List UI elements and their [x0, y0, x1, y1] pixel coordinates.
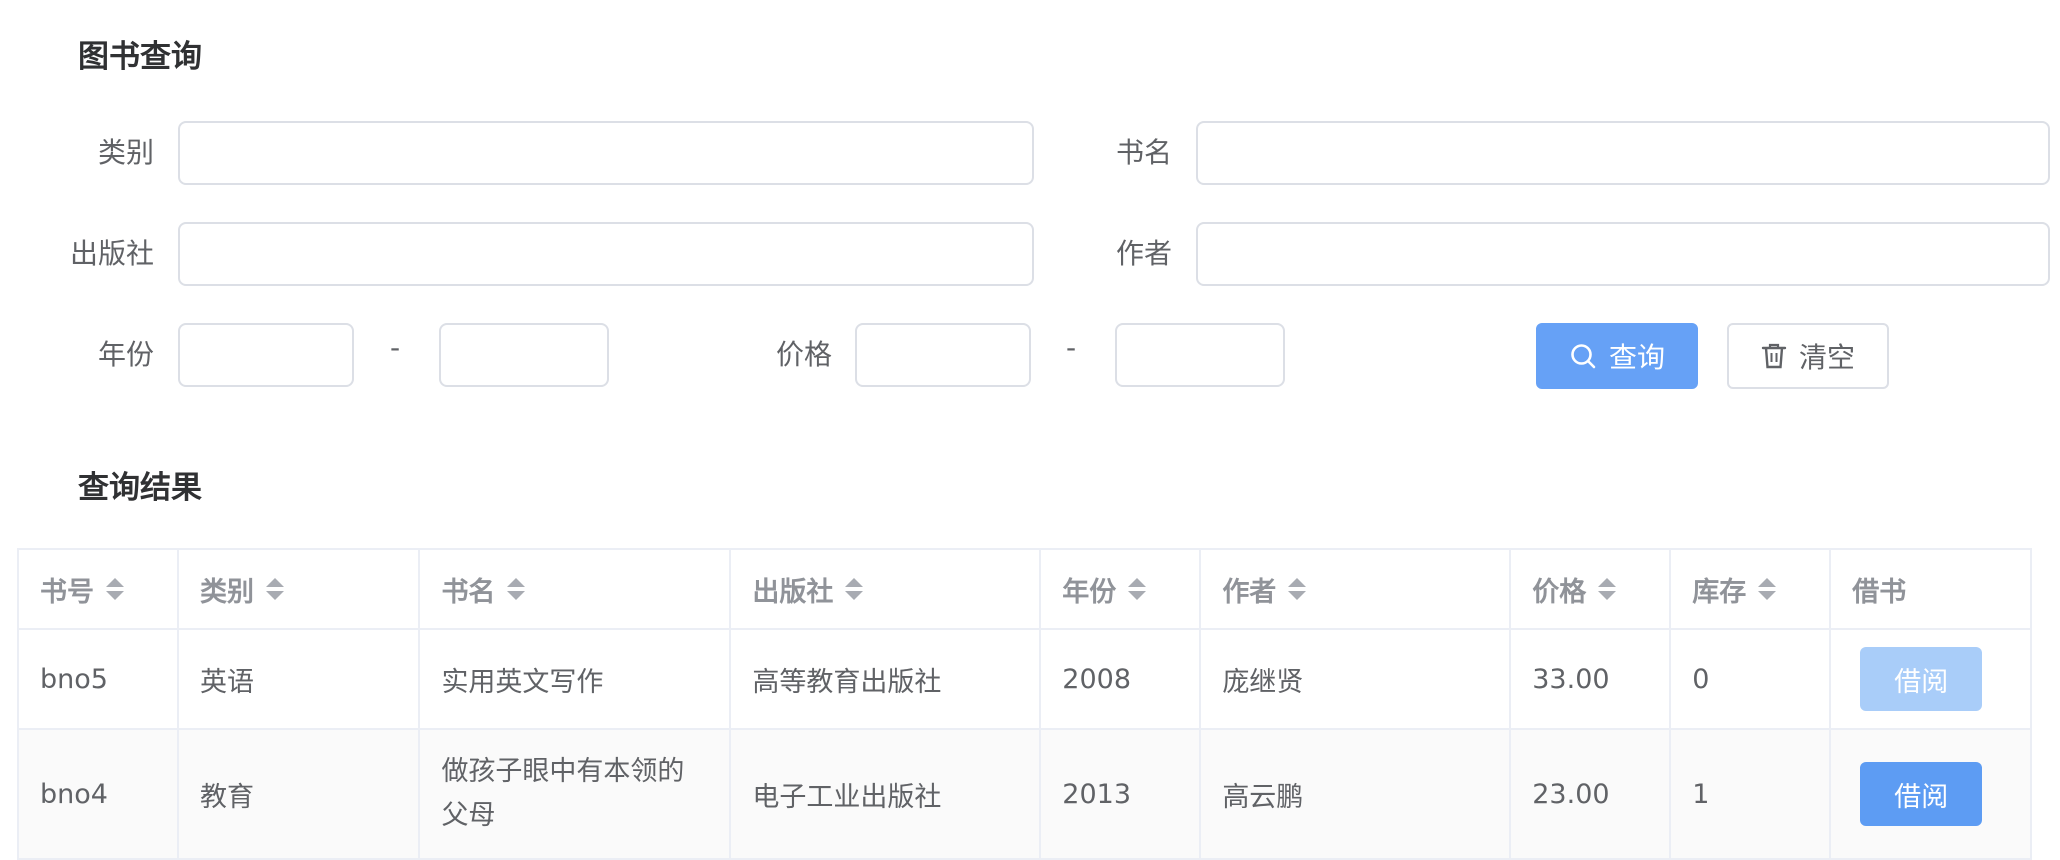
cell-title: 实用英文写作 — [420, 630, 732, 728]
column-header-stock[interactable]: 库存 — [1671, 550, 1832, 628]
search-icon — [1571, 344, 1596, 369]
price-range-separator: - — [1066, 331, 1077, 364]
column-header-label: 类别 — [200, 576, 255, 608]
cell-price: 33.00 — [1511, 630, 1672, 728]
category-label: 类别 — [97, 136, 154, 169]
cell-stock: 0 — [1671, 630, 1832, 728]
book-name-label: 书名 — [1115, 136, 1172, 169]
results-table: 书号 类别 书名 出版社 年份 作者 价格 库存 借书 bno5 英语 实用英文… — [17, 548, 2032, 860]
clear-button[interactable]: 清空 — [1727, 323, 1889, 389]
sort-icon[interactable] — [1758, 578, 1777, 600]
clear-button-label: 清空 — [1798, 341, 1855, 374]
trash-icon — [1761, 343, 1787, 369]
results-section-title: 查询结果 — [78, 470, 202, 506]
price-from-input[interactable] — [855, 323, 1031, 387]
table-header-row: 书号 类别 书名 出版社 年份 作者 价格 库存 借书 — [19, 550, 2032, 630]
cell-category: 英语 — [179, 630, 421, 728]
author-input[interactable] — [1196, 222, 2050, 286]
column-header-category[interactable]: 类别 — [179, 550, 421, 628]
cell-author: 高云鹏 — [1201, 730, 1512, 858]
query-section-title: 图书查询 — [78, 39, 202, 75]
sort-icon[interactable] — [266, 578, 285, 600]
sort-icon[interactable] — [845, 578, 864, 600]
column-header-year[interactable]: 年份 — [1041, 550, 1202, 628]
borrow-button[interactable]: 借阅 — [1860, 647, 1983, 711]
cell-title-text: 做孩子眼中有本领的父母 — [441, 756, 685, 831]
publisher-input[interactable] — [178, 222, 1034, 286]
sort-icon[interactable] — [106, 578, 124, 600]
column-header-bno[interactable]: 书号 — [19, 550, 180, 628]
cell-price: 23.00 — [1511, 730, 1672, 858]
column-header-author[interactable]: 作者 — [1201, 550, 1512, 628]
cell-category: 教育 — [179, 730, 421, 858]
column-header-label: 出版社 — [752, 576, 834, 608]
year-to-input[interactable] — [439, 323, 609, 387]
search-button-label: 查询 — [1608, 341, 1665, 374]
book-name-input[interactable] — [1196, 121, 2050, 185]
table-row: bno4 教育 做孩子眼中有本领的父母 电子工业出版社 2013 高云鹏 23.… — [19, 730, 2032, 860]
cell-bno: bno4 — [19, 730, 180, 858]
table-row: bno5 英语 实用英文写作 高等教育出版社 2008 庞继贤 33.00 0 … — [19, 630, 2032, 730]
year-label: 年份 — [97, 338, 154, 371]
column-header-label: 借书 — [1852, 576, 1907, 608]
column-header-label: 书号 — [40, 576, 94, 608]
search-button[interactable]: 查询 — [1536, 323, 1698, 389]
year-from-input[interactable] — [178, 323, 354, 387]
publisher-label: 出版社 — [69, 237, 154, 270]
sort-icon[interactable] — [1598, 578, 1617, 600]
column-header-label: 库存 — [1692, 576, 1747, 608]
author-label: 作者 — [1115, 237, 1172, 270]
sort-icon[interactable] — [1288, 578, 1307, 600]
column-header-borrow: 借书 — [1831, 550, 2032, 628]
sort-icon[interactable] — [507, 578, 526, 600]
cell-title: 做孩子眼中有本领的父母 — [420, 730, 732, 858]
price-label: 价格 — [775, 338, 832, 371]
price-to-input[interactable] — [1115, 323, 1285, 387]
borrow-button[interactable]: 借阅 — [1860, 762, 1983, 826]
cell-press: 电子工业出版社 — [731, 730, 1042, 858]
column-header-press[interactable]: 出版社 — [731, 550, 1042, 628]
column-header-label: 价格 — [1532, 576, 1587, 608]
column-header-label: 年份 — [1062, 576, 1117, 608]
sort-icon[interactable] — [1128, 578, 1147, 600]
cell-press: 高等教育出版社 — [731, 630, 1042, 728]
cell-borrow: 借阅 — [1831, 730, 2032, 858]
cell-bno: bno5 — [19, 630, 180, 728]
column-header-label: 作者 — [1222, 576, 1277, 608]
cell-borrow: 借阅 — [1831, 630, 2032, 728]
cell-year: 2008 — [1041, 630, 1202, 728]
cell-stock: 1 — [1671, 730, 1832, 858]
cell-author: 庞继贤 — [1201, 630, 1512, 728]
year-range-separator: - — [390, 331, 401, 364]
category-input[interactable] — [178, 121, 1034, 185]
column-header-title[interactable]: 书名 — [420, 550, 732, 628]
column-header-label: 书名 — [441, 576, 496, 608]
column-header-price[interactable]: 价格 — [1511, 550, 1672, 628]
cell-year: 2013 — [1041, 730, 1202, 858]
